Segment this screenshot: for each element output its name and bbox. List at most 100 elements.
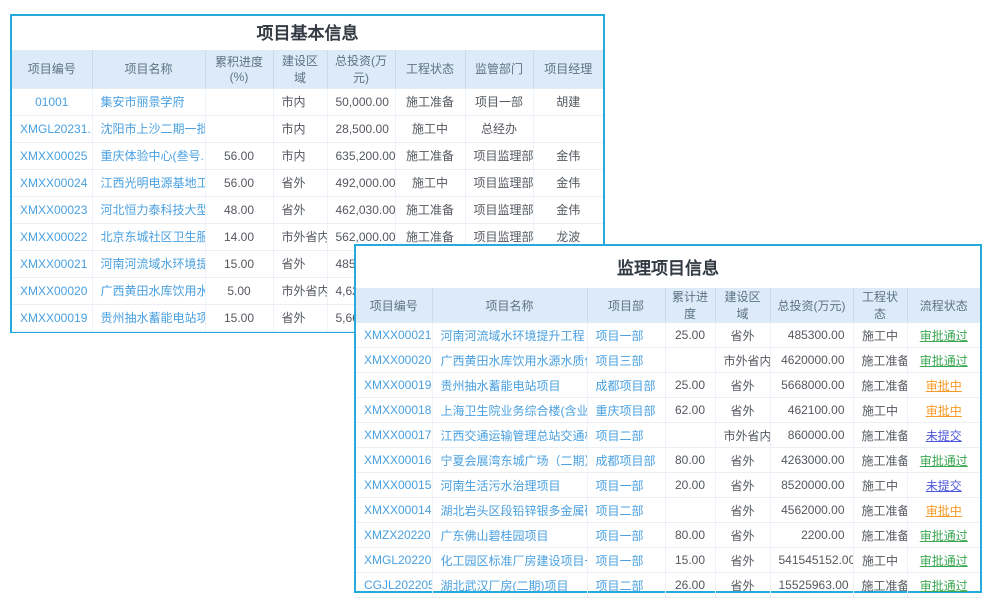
column-header: 工程状态 xyxy=(853,288,907,323)
cell-id[interactable]: XMXX00022 xyxy=(12,223,92,250)
cell-name[interactable]: 化工园区标准厂房建设项目一期项目 xyxy=(432,548,587,573)
cell-name[interactable]: 上海卫生院业务综合楼(含业务用... xyxy=(432,398,587,423)
cell-progress: 26.00 xyxy=(665,573,715,598)
cell-progress: 48.00 xyxy=(205,196,273,223)
cell-id[interactable]: 01001 xyxy=(12,88,92,115)
cell-status: 施工准备 xyxy=(853,448,907,473)
cell-dept[interactable]: 项目一部 xyxy=(587,523,665,548)
cell-flow[interactable]: 审批通过 xyxy=(907,448,980,473)
cell-name[interactable]: 重庆体验中心(叁号... xyxy=(92,142,205,169)
cell-dept[interactable]: 项目一部 xyxy=(587,323,665,348)
cell-dept[interactable]: 项目二部 xyxy=(587,423,665,448)
cell-flow[interactable]: 未提交 xyxy=(907,423,980,448)
column-header: 累计进度 xyxy=(665,288,715,323)
cell-dept[interactable]: 项目二部 xyxy=(587,573,665,598)
cell-id[interactable]: XMXX00019 xyxy=(12,304,92,331)
cell-name[interactable]: 河南河流域水环境提... xyxy=(92,250,205,277)
cell-flow[interactable]: 审批通过 xyxy=(907,323,980,348)
cell-dept[interactable]: 成都项目部 xyxy=(587,448,665,473)
cell-invest: 28,500.00 xyxy=(327,115,395,142)
cell-region: 省外 xyxy=(273,169,327,196)
cell-region: 市内 xyxy=(273,115,327,142)
cell-id[interactable]: XMXX00016 xyxy=(356,448,432,473)
header-row: 项目编号 项目名称 累积进度 (%) 建设区域 总投资(万元) 工程状态 监管部… xyxy=(12,50,603,88)
cell-region: 市内 xyxy=(273,88,327,115)
cell-dept[interactable]: 项目二部 xyxy=(587,498,665,523)
cell-progress xyxy=(665,498,715,523)
cell-name[interactable]: 河南生活污水治理项目 xyxy=(432,473,587,498)
table-row: XMXX00023河北恒力泰科技大型...48.00省外462,030.00施工… xyxy=(12,196,603,223)
cell-invest: 2200.00 xyxy=(770,523,853,548)
cell-name[interactable]: 江西光明电源基地工程 xyxy=(92,169,205,196)
cell-status: 施工准备 xyxy=(853,373,907,398)
cell-name[interactable]: 贵州抽水蓄能电站项目 xyxy=(432,373,587,398)
cell-name[interactable]: 宁夏会展湾东城广场（二期）工程 xyxy=(432,448,587,473)
cell-name[interactable]: 河南河流域水环境提升工程 xyxy=(432,323,587,348)
cell-progress: 5.00 xyxy=(205,277,273,304)
cell-id[interactable]: XMXX00020 xyxy=(12,277,92,304)
table-row: XMXX00019贵州抽水蓄能电站项目成都项目部25.00省外5668000.0… xyxy=(356,373,980,398)
cell-manager: 胡建 xyxy=(533,88,603,115)
cell-region: 市外省内 xyxy=(715,348,770,373)
cell-status: 施工准备 xyxy=(395,88,465,115)
table-row: XMXX00014湖北岩头区段铅锌银多金属矿开采...项目二部省外4562000… xyxy=(356,498,980,523)
cell-id[interactable]: XMXX00017 xyxy=(356,423,432,448)
cell-flow[interactable]: 审批通过 xyxy=(907,348,980,373)
cell-invest: 635,200.00 xyxy=(327,142,395,169)
cell-id[interactable]: XMXX00024 xyxy=(12,169,92,196)
cell-invest: 485300.00 xyxy=(770,323,853,348)
cell-dept[interactable]: 重庆项目部 xyxy=(587,398,665,423)
cell-name[interactable]: 湖北岩头区段铅锌银多金属矿开采... xyxy=(432,498,587,523)
cell-invest: 860000.00 xyxy=(770,423,853,448)
cell-flow[interactable]: 未提交 xyxy=(907,473,980,498)
cell-name[interactable]: 广西黄田水库饮用水... xyxy=(92,277,205,304)
cell-progress: 15.00 xyxy=(205,304,273,331)
cell-dept: 项目监理部 xyxy=(465,196,533,223)
cell-flow[interactable]: 审批通过 xyxy=(907,548,980,573)
cell-flow[interactable]: 审批中 xyxy=(907,373,980,398)
cell-dept[interactable]: 成都项目部 xyxy=(587,373,665,398)
cell-progress: 15.00 xyxy=(665,548,715,573)
cell-id[interactable]: XMGL20220... xyxy=(356,548,432,573)
cell-id[interactable]: XMXX00023 xyxy=(12,196,92,223)
panel-title: 监理项目信息 xyxy=(356,246,980,288)
cell-id[interactable]: XMZX20220... xyxy=(356,523,432,548)
cell-flow[interactable]: 审批中 xyxy=(907,398,980,423)
cell-id[interactable]: XMXX00025 xyxy=(12,142,92,169)
cell-dept: 项目一部 xyxy=(465,88,533,115)
cell-invest: 541545152.00 xyxy=(770,548,853,573)
cell-id[interactable]: XMXX00020 xyxy=(356,348,432,373)
cell-manager: 金伟 xyxy=(533,169,603,196)
cell-status: 施工中 xyxy=(853,398,907,423)
cell-name[interactable]: 集安市丽景学府 xyxy=(92,88,205,115)
column-header: 项目名称 xyxy=(432,288,587,323)
cell-dept[interactable]: 项目三部 xyxy=(587,348,665,373)
cell-status: 施工中 xyxy=(853,548,907,573)
cell-id[interactable]: XMGL20231... xyxy=(12,115,92,142)
cell-flow[interactable]: 审批通过 xyxy=(907,523,980,548)
cell-name[interactable]: 北京东城社区卫生服... xyxy=(92,223,205,250)
table-row: XMXX00016宁夏会展湾东城广场（二期）工程成都项目部80.00省外4263… xyxy=(356,448,980,473)
cell-name[interactable]: 河北恒力泰科技大型... xyxy=(92,196,205,223)
cell-id[interactable]: CGJL202205... xyxy=(356,573,432,598)
cell-flow[interactable]: 审批中 xyxy=(907,498,980,523)
cell-id[interactable]: XMXX00019 xyxy=(356,373,432,398)
cell-id[interactable]: XMXX00021 xyxy=(12,250,92,277)
cell-name[interactable]: 广东佛山碧桂园项目 xyxy=(432,523,587,548)
cell-id[interactable]: XMXX00015 xyxy=(356,473,432,498)
column-header: 项目编号 xyxy=(12,50,92,88)
cell-dept[interactable]: 项目一部 xyxy=(587,473,665,498)
cell-dept[interactable]: 项目一部 xyxy=(587,548,665,573)
cell-name[interactable]: 广西黄田水库饮用水源水质保护项目 xyxy=(432,348,587,373)
cell-name[interactable]: 贵州抽水蓄能电站项目 xyxy=(92,304,205,331)
cell-id[interactable]: XMXX00018 xyxy=(356,398,432,423)
cell-invest: 492,000.00 xyxy=(327,169,395,196)
cell-flow[interactable]: 审批通过 xyxy=(907,573,980,598)
cell-id[interactable]: XMXX00021 xyxy=(356,323,432,348)
cell-invest: 462100.00 xyxy=(770,398,853,423)
cell-status: 施工中 xyxy=(395,115,465,142)
cell-name[interactable]: 沈阳市上沙二期一批... xyxy=(92,115,205,142)
cell-id[interactable]: XMXX00014 xyxy=(356,498,432,523)
cell-name[interactable]: 湖北武汉厂房(二期)项目 xyxy=(432,573,587,598)
cell-name[interactable]: 江西交通运输管理总站交通枢纽及... xyxy=(432,423,587,448)
